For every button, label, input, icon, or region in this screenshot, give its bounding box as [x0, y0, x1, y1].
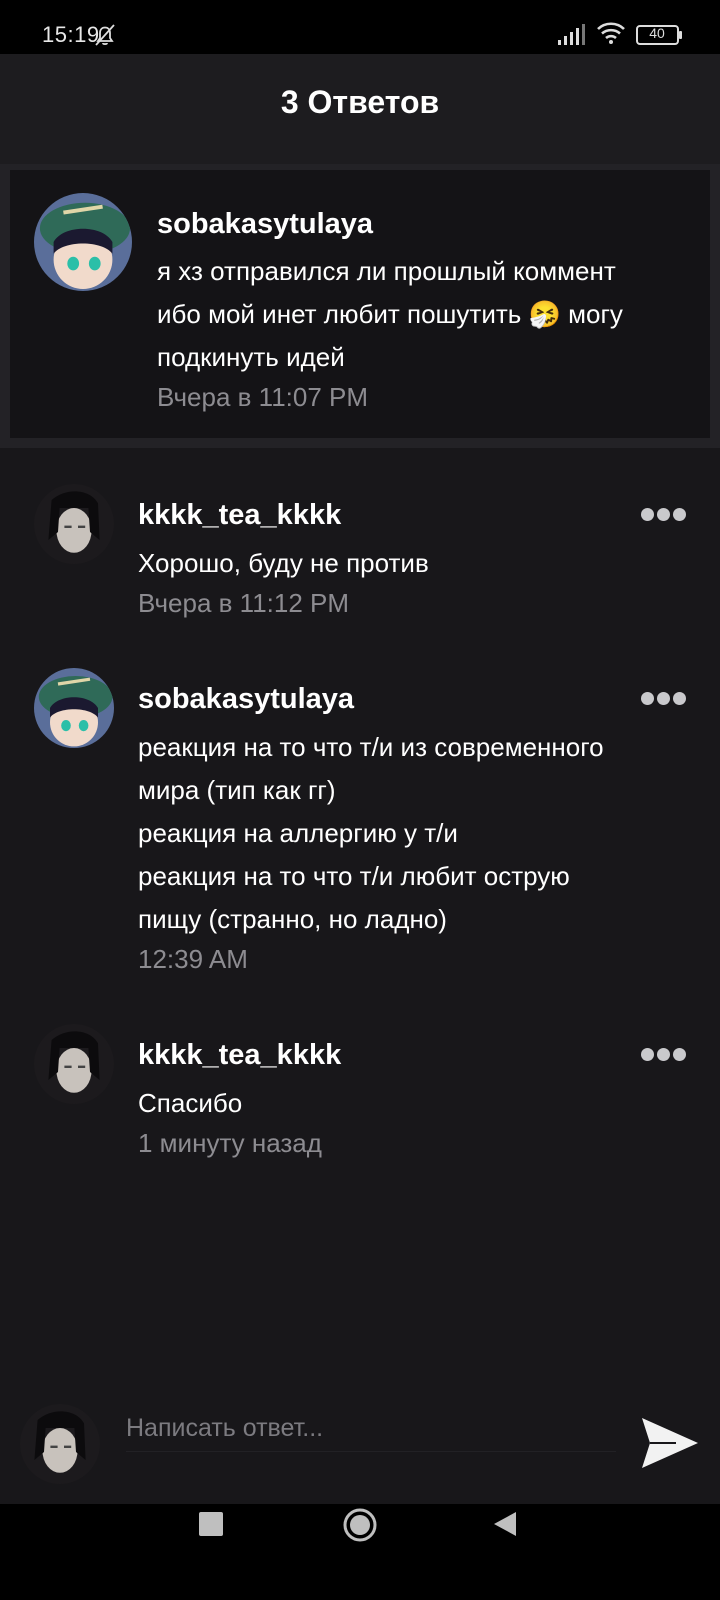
- parent-comment: sobakasytulaya я хз отправился ли прошлы…: [10, 170, 710, 438]
- avatar-sobakasytulaya[interactable]: [34, 668, 114, 748]
- reply-input[interactable]: Написать ответ...: [126, 1404, 616, 1452]
- signal-icon: [558, 24, 585, 45]
- comment-text-line: я хз отправился ли прошлый коммент: [157, 256, 616, 286]
- comment-text-line: Хорошо, буду не против: [138, 548, 429, 578]
- battery-level: 40: [649, 25, 665, 41]
- wifi-icon: [597, 22, 625, 44]
- comment-timestamp: 12:39 AM: [138, 944, 248, 974]
- comment-timestamp: 1 минуту назад: [138, 1128, 322, 1158]
- avatar-kkkk-tea-kkkk[interactable]: [34, 1024, 114, 1104]
- comment-username[interactable]: kkkk_tea_kkkk: [138, 1039, 341, 1072]
- comment-timestamp: Вчера в 11:12 PM: [138, 588, 350, 618]
- comment-username[interactable]: sobakasytulaya: [157, 208, 373, 241]
- page-title: 3 Ответов: [280, 84, 440, 120]
- avatar-image: [34, 668, 114, 748]
- avatar-sobakasytulaya[interactable]: [34, 193, 132, 291]
- more-dots-icon[interactable]: [641, 505, 687, 525]
- comment-text-line: ибо мой инет любит пошутить 🤧 могу: [157, 299, 623, 329]
- comment-username[interactable]: sobakasytulaya: [138, 683, 354, 716]
- current-user-avatar: [20, 1404, 100, 1484]
- avatar-image: [34, 484, 114, 564]
- comment-text-line: реакция на то что т/и из современного: [138, 732, 604, 762]
- comment-text-line: мира (тип как гг): [138, 775, 336, 805]
- recent-apps-icon[interactable]: [199, 1512, 223, 1536]
- more-dots-icon[interactable]: [641, 1045, 687, 1065]
- parent-comment-section: sobakasytulaya я хз отправился ли прошлы…: [0, 164, 720, 448]
- comment-timestamp: Вчера в 11:07 PM: [157, 382, 369, 412]
- bell-off-icon: [95, 24, 115, 46]
- comment-text-line: Спасибо: [138, 1088, 243, 1118]
- avatar-image: [20, 1404, 100, 1484]
- reply-bar: Написать ответ...: [0, 1384, 720, 1504]
- comment-text-line: реакция на то что т/и любит острую: [138, 861, 570, 891]
- more-dots-icon[interactable]: [641, 689, 687, 709]
- status-bar: 15:19 40: [0, 0, 720, 54]
- comment-text-line: пищу (странно, но ладно): [138, 904, 447, 934]
- header: 3 Ответов: [0, 54, 720, 164]
- avatar-kkkk-tea-kkkk[interactable]: [34, 484, 114, 564]
- comment-text-line: подкинуть идей: [157, 342, 345, 372]
- comment-username[interactable]: kkkk_tea_kkkk: [138, 499, 341, 532]
- status-time: 15:19: [42, 22, 100, 47]
- send-icon[interactable]: [640, 1416, 700, 1470]
- home-icon[interactable]: [342, 1507, 378, 1543]
- battery-icon: 40: [636, 24, 684, 46]
- back-icon[interactable]: [492, 1510, 518, 1538]
- comment-text-line: реакция на аллергию у т/и: [138, 818, 458, 848]
- avatar-image: [34, 1024, 114, 1104]
- avatar-image: [34, 193, 132, 291]
